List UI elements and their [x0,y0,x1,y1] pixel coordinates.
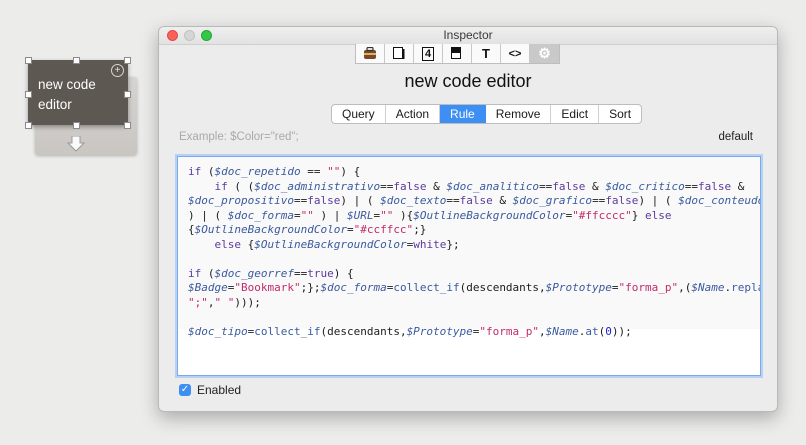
selection-handle-br[interactable] [124,122,131,129]
inspector-pane-selector: 4 T <> ⚙ [355,44,560,64]
tab-query[interactable]: Query [332,105,386,123]
selection-handle-tm[interactable] [73,57,80,64]
selection-handle-tr[interactable] [124,57,131,64]
window-title: Inspector [443,28,493,42]
tab-action[interactable]: Action [386,105,441,123]
selection-handle-bl[interactable] [25,122,32,129]
gear-glyph: ⚙ [538,45,551,61]
page-shadow-icon[interactable] [443,44,472,63]
inspector-window: Inspector 4 T <> ⚙ new code editor Query… [158,26,778,412]
code-text[interactable]: if ($doc_repetido == "") { if ( ($doc_ad… [178,157,760,338]
expand-plus-icon[interactable]: + [111,64,124,77]
action-tab-bar: Query Action Rule Remove Edict Sort [331,104,643,124]
zoom-window-button[interactable] [201,30,212,41]
code-editor-note[interactable]: new code editor + [28,60,128,125]
code-icon[interactable]: <> [501,44,530,63]
tab-edict[interactable]: Edict [551,105,600,123]
close-window-button[interactable] [167,30,178,41]
selection-handle-mr[interactable] [124,91,131,98]
enabled-label: Enabled [197,383,242,397]
text-t-glyph: T [482,46,490,61]
example-placeholder: Example: $Color="red"; [179,131,299,143]
document-icon[interactable] [385,44,414,63]
default-label[interactable]: default [718,131,753,143]
link-drag-arrow-icon[interactable] [67,136,85,152]
tab-remove[interactable]: Remove [486,105,552,123]
bag-icon[interactable] [356,44,385,63]
text-t-icon[interactable]: T [472,44,501,63]
minimize-window-button[interactable] [184,30,195,41]
selection-handle-tl[interactable] [25,57,32,64]
title-bar[interactable]: Inspector [159,27,777,45]
enabled-checkbox[interactable]: ✓ [179,384,191,396]
enabled-checkbox-row[interactable]: ✓ Enabled [179,383,241,397]
rule-code-editor[interactable]: if ($doc_repetido == "") { if ( ($doc_ad… [177,156,761,376]
selection-handle-ml[interactable] [25,91,32,98]
gear-icon[interactable]: ⚙ [530,44,559,63]
note-title: new code editor [38,77,96,112]
number-four-icon[interactable]: 4 [414,44,443,63]
code-glyph: <> [508,47,522,60]
tab-sort[interactable]: Sort [599,105,641,123]
tab-rule[interactable]: Rule [440,105,486,123]
number-four-glyph: 4 [421,46,435,61]
selection-handle-bm[interactable] [73,122,80,129]
inspector-heading: new code editor [404,71,532,91]
